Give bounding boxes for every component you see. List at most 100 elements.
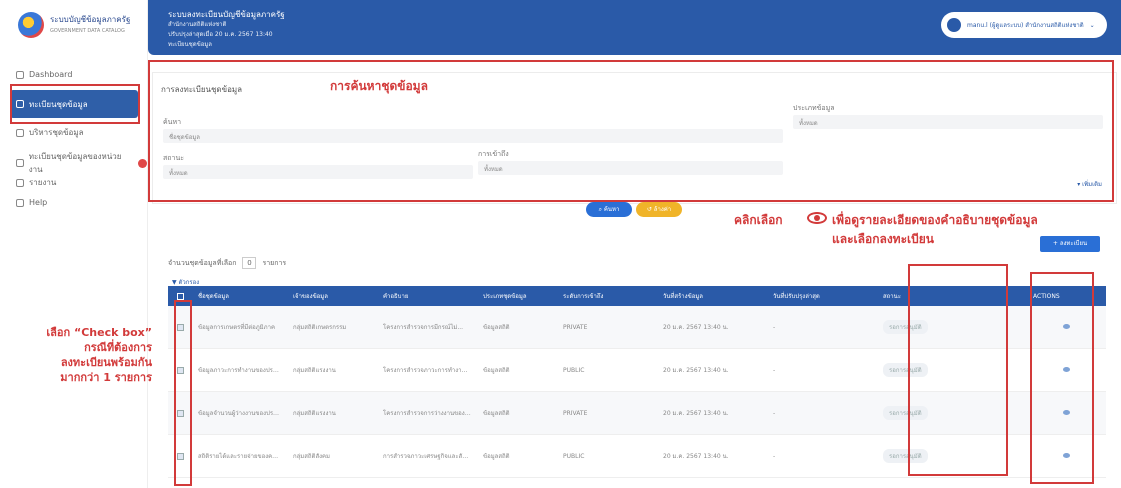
table-row: ข้อมูลการเกษตรที่มีต่อภูมิภาค กลุ่มสถิติ… <box>168 306 1106 349</box>
cell-access: PRIVATE <box>563 409 588 417</box>
cell-type: ข้อมูลสถิติ <box>483 453 510 460</box>
annotation-checkbox-note: เลือก “Check box” กรณีที่ต้องการ ลงทะเบี… <box>46 326 152 384</box>
sidebar-item-label: Help <box>29 198 48 207</box>
sidebar-item-manage-dataset[interactable]: บริหารชุดข้อมูล <box>16 126 84 139</box>
cell-name: ข้อมูลภาวะการทำงานของประชากร <box>198 367 287 374</box>
cell-owner: กลุ่มสถิติแรงงาน <box>293 410 336 417</box>
table-row: ข้อมูลภาวะการทำงานของประชากร กลุ่มสถิติแ… <box>168 349 1106 392</box>
col-owner[interactable]: เจ้าของข้อมูล <box>287 291 377 301</box>
keyword-input[interactable]: ชื่อชุดข้อมูล <box>163 129 783 143</box>
annotation-eye-desc-1: เพื่อดูรายละเอียดของคำอธิบายชุดข้อมูล <box>832 213 1038 227</box>
eye-icon[interactable] <box>1063 452 1070 458</box>
status-label: สถานะ <box>163 154 184 162</box>
user-menu[interactable]: manu.l (ผู้ดูแลระบบ) สำนักงานสถิติแห่งชา… <box>941 12 1107 38</box>
user-name: manu.l (ผู้ดูแลระบบ) สำนักงานสถิติแห่งชา… <box>967 22 1084 29</box>
cell-created: 20 ม.ค. 2567 13:40 น. <box>663 324 729 331</box>
logo-title: ระบบบัญชีข้อมูลภาครัฐ <box>50 14 131 24</box>
cell-owner: กลุ่มสถิติสังคม <box>293 453 331 460</box>
cell-owner: กลุ่มสถิติเกษตรกรรม <box>293 324 347 331</box>
table-header: ชื่อชุดข้อมูล เจ้าของข้อมูล คำอธิบาย ประ… <box>168 286 1106 306</box>
top-header: ระบบลงทะเบียนบัญชีข้อมูลภาครัฐ สำนักงานส… <box>148 0 1121 55</box>
logo-icon <box>18 12 44 38</box>
chevron-down-icon: ⌄ <box>1089 21 1095 29</box>
col-actions: ACTIONS <box>1033 292 1060 300</box>
logo-subtitle: GOVERNMENT DATA CATALOG <box>50 27 125 34</box>
cell-desc: การสำรวจภาวะเศรษฐกิจและสังคม... <box>383 453 477 460</box>
access-select[interactable]: ทั้งหมด <box>478 161 783 175</box>
cell-type: ข้อมูลสถิติ <box>483 410 510 417</box>
row-checkbox[interactable] <box>176 452 184 460</box>
col-type[interactable]: ประเภทชุดข้อมูล <box>477 291 557 301</box>
sidebar-item-help[interactable]: Help <box>16 198 47 207</box>
report-icon <box>16 178 24 187</box>
access-label: การเข้าถึง <box>478 150 509 158</box>
table-body: ข้อมูลการเกษตรที่มีต่อภูมิภาค กลุ่มสถิติ… <box>168 306 1106 478</box>
sidebar-item-agency-datasets[interactable]: ทะเบียนชุดข้อมูลของหน่วยงาน <box>16 150 147 176</box>
search-panel: การลงทะเบียนชุดข้อมูล ค้นหา ชื่อชุดข้อมู… <box>152 72 1117 204</box>
col-status[interactable]: สถานะ <box>877 291 1027 301</box>
eye-icon[interactable] <box>1063 323 1070 329</box>
sidebar-item-label: Dashboard <box>29 70 73 79</box>
annotation-click-select: คลิกเลือก <box>734 213 783 227</box>
annotation-search-title: การค้นหาชุดข้อมูล <box>330 79 428 93</box>
cell-created: 20 ม.ค. 2567 13:40 น. <box>663 453 729 460</box>
col-created[interactable]: วันที่สร้างข้อมูล <box>657 291 767 301</box>
cell-updated: - <box>773 366 776 374</box>
col-name[interactable]: ชื่อชุดข้อมูล <box>192 291 287 301</box>
type-select[interactable]: ทั้งหมด <box>793 115 1103 129</box>
cell-updated: - <box>773 409 776 417</box>
row-checkbox[interactable] <box>176 409 184 417</box>
cell-name: สถิติรายได้และรายจ่ายของครัวเรือน <box>198 453 287 460</box>
col-updated[interactable]: วันที่ปรับปรุงล่าสุด <box>767 291 877 301</box>
col-access[interactable]: ระดับการเข้าถึง <box>557 291 657 301</box>
sidebar-item-label: ทะเบียนชุดข้อมูล <box>29 99 88 109</box>
search-button[interactable]: ⌕ ค้นหา <box>586 202 632 217</box>
status-badge: รอการอนุมัติ <box>883 406 928 420</box>
last-updated: ปรับปรุงล่าสุดเมื่อ 20 ม.ค. 2567 13:40 <box>168 31 273 38</box>
folder-icon <box>16 128 24 137</box>
cell-created: 20 ม.ค. 2567 13:40 น. <box>663 410 729 417</box>
sidebar-item-label: บริหารชุดข้อมูล <box>29 128 84 137</box>
clear-button[interactable]: ↺ ล้างค่า <box>636 202 682 217</box>
user-avatar-icon <box>947 18 961 32</box>
type-label: ประเภทข้อมูล <box>793 104 835 112</box>
register-button[interactable]: + ลงทะเบียน <box>1040 236 1100 252</box>
select-all-checkbox[interactable] <box>176 292 184 300</box>
app-logo: ระบบบัญชีข้อมูลภาครัฐ GOVERNMENT DATA CA… <box>18 12 130 38</box>
table-row: สถิติรายได้และรายจ่ายของครัวเรือน กลุ่มส… <box>168 435 1106 478</box>
status-badge: รอการอนุมัติ <box>883 320 928 334</box>
list-icon <box>16 159 24 167</box>
col-desc[interactable]: คำอธิบาย <box>377 291 477 301</box>
cell-type: ข้อมูลสถิติ <box>483 324 510 331</box>
status-badge: รอการอนุมัติ <box>883 449 928 463</box>
database-icon <box>16 100 24 108</box>
dataset-table: ชื่อชุดข้อมูล เจ้าของข้อมูล คำอธิบาย ประ… <box>168 286 1106 478</box>
status-select[interactable]: ทั้งหมด <box>163 165 473 179</box>
eye-icon[interactable] <box>1063 409 1070 415</box>
cell-name: ข้อมูลการเกษตรที่มีต่อภูมิภาค <box>198 324 275 331</box>
sidebar: ระบบบัญชีข้อมูลภาครัฐ GOVERNMENT DATA CA… <box>0 0 148 488</box>
cell-access: PUBLIC <box>563 366 585 374</box>
cell-updated: - <box>773 452 776 460</box>
dashboard-icon <box>16 70 24 79</box>
status-badge: รอการอนุมัติ <box>883 363 928 377</box>
row-checkbox[interactable] <box>176 323 184 331</box>
cell-desc: โครงการสำรวจการมีกรณ์ไม่... <box>383 324 464 331</box>
help-icon <box>16 198 24 207</box>
sidebar-item-dashboard[interactable]: Dashboard <box>16 70 72 79</box>
cell-access: PRIVATE <box>563 323 588 331</box>
eye-icon[interactable] <box>1063 366 1070 372</box>
cell-created: 20 ม.ค. 2567 13:40 น. <box>663 367 729 374</box>
cell-desc: โครงการสำรวจการว่างงานของแรงงาน... <box>383 410 477 417</box>
row-checkbox[interactable] <box>176 366 184 374</box>
cell-desc: โครงการสำรวจภาวะการทำงานของประชากร... <box>383 367 477 374</box>
cell-type: ข้อมูลสถิติ <box>483 367 510 374</box>
sidebar-item-label: รายงาน <box>29 178 57 187</box>
selected-count: จำนวนชุดข้อมูลที่เลือก 0 รายการ <box>168 257 287 269</box>
sidebar-item-reports[interactable]: รายงาน <box>16 176 56 189</box>
more-filters-link[interactable]: ▾ เพิ่มเติม <box>1077 179 1102 189</box>
keyword-label: ค้นหา <box>163 118 182 126</box>
sidebar-item-dataset-register[interactable]: ทะเบียนชุดข้อมูล <box>10 90 138 118</box>
annotation-eye-desc-2: และเลือกลงทะเบียน <box>832 232 934 246</box>
breadcrumb[interactable]: ทะเบียนชุดข้อมูล <box>168 40 285 50</box>
